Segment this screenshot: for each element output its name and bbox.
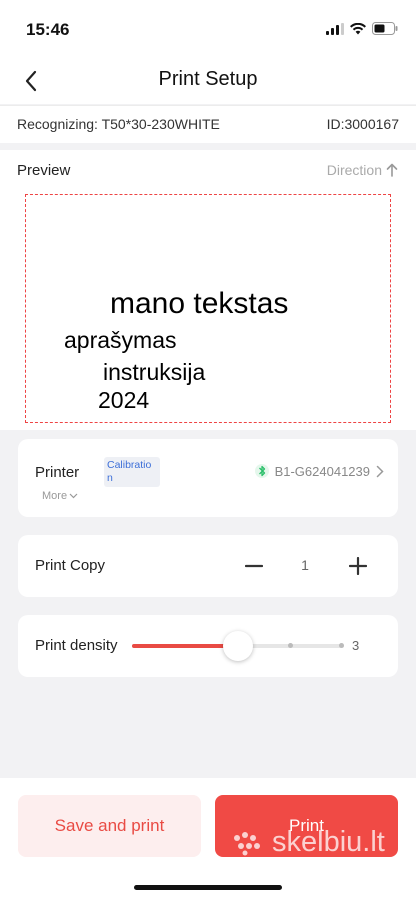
recognized-id: ID:3000167 [326, 116, 399, 132]
more-button[interactable]: More [42, 490, 78, 502]
label-preview-canvas[interactable]: mano tekstas aprašymas instruksija 2024 [25, 194, 391, 423]
preview-label: Preview [17, 162, 71, 179]
label-text-line: instruksija [103, 359, 206, 385]
label-text-line: 2024 [98, 387, 150, 413]
status-bar: 15:46 [0, 0, 416, 56]
save-and-print-button[interactable]: Save and print [18, 795, 201, 857]
signal-icon [326, 22, 344, 35]
density-step-dot [339, 643, 344, 648]
printer-device-selector[interactable]: B1-G624041239 [254, 463, 384, 479]
decrease-copy-button[interactable] [242, 554, 266, 578]
arrow-up-icon [386, 163, 398, 177]
direction-label: Direction [326, 162, 382, 178]
print-density-label: Print density [35, 637, 118, 654]
printer-device-name: B1-G624041239 [274, 463, 370, 479]
status-icons [326, 22, 398, 35]
print-copy-label: Print Copy [35, 557, 106, 574]
more-label: More [42, 490, 68, 502]
home-indicator [134, 885, 282, 890]
density-value: 3 [352, 638, 360, 653]
bluetooth-icon [254, 464, 269, 478]
printer-label: Printer [35, 464, 80, 481]
print-button[interactable]: Print [215, 795, 398, 857]
print-copy-card: Print Copy 1 [18, 535, 398, 597]
bottom-action-bar: Save and print Print skelbiu.lt [0, 778, 416, 900]
plus-icon [349, 557, 367, 575]
density-step-dot [288, 643, 293, 648]
chevron-right-icon [376, 465, 384, 477]
recognize-bar: Recognizing: T50*30-230WHITE ID:3000167 [0, 105, 416, 143]
copy-count: 1 [301, 557, 309, 573]
recognized-label-type: Recognizing: T50*30-230WHITE [17, 116, 220, 132]
printer-card: Printer More Calibration B1-G624041239 [18, 439, 398, 517]
page-title: Print Setup [158, 68, 258, 90]
calibration-button[interactable]: Calibration [104, 457, 160, 487]
print-density-card: Print density 3 [18, 615, 398, 677]
status-time: 15:46 [26, 20, 70, 39]
nav-bar: Print Setup [0, 56, 416, 104]
label-text-line: aprašymas [64, 327, 177, 353]
increase-copy-button[interactable] [346, 554, 370, 578]
direction-button[interactable]: Direction [327, 162, 398, 178]
wifi-icon [350, 22, 366, 34]
chevron-down-icon [69, 493, 78, 499]
density-slider-thumb[interactable] [223, 631, 253, 661]
minus-icon [245, 564, 263, 568]
density-slider-track[interactable] [132, 631, 344, 661]
battery-icon [372, 22, 398, 35]
preview-section: Preview Direction mano tekstas aprašymas… [0, 150, 416, 430]
label-text-line: mano tekstas [110, 287, 289, 320]
